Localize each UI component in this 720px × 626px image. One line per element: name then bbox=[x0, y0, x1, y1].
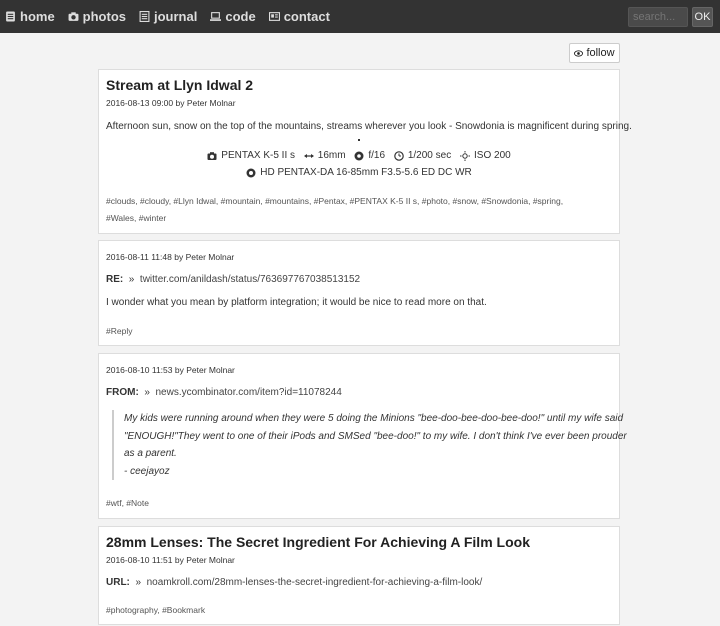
by-label: by bbox=[174, 252, 184, 262]
post-date[interactable]: 2016-08-10 11:53 bbox=[106, 365, 172, 375]
from-ref: FROM: » news.ycombinator.com/item?id=110… bbox=[106, 387, 342, 398]
nav-home-link[interactable]: home bbox=[5, 0, 55, 33]
nav-code-label: code bbox=[225, 9, 256, 24]
ref-link[interactable]: twitter.com/anildash/status/763697767038… bbox=[140, 274, 360, 285]
quote-line: My kids were running around when they we… bbox=[124, 413, 624, 424]
post-author[interactable]: Peter Molnar bbox=[186, 365, 235, 375]
follow-label: follow bbox=[586, 47, 615, 59]
nav-home-label: home bbox=[20, 9, 55, 24]
post-tags[interactable]: #wtf, #Note bbox=[106, 495, 149, 512]
post-date[interactable]: 2016-08-11 11:48 bbox=[106, 252, 172, 262]
top-navbar: home photos journal code contact bbox=[0, 0, 720, 33]
arrows-horizontal-icon bbox=[303, 153, 314, 158]
post-meta: 2016-08-10 11:53 by Peter Molnar bbox=[106, 365, 235, 375]
dot-separator bbox=[358, 139, 360, 141]
ref-label: RE: bbox=[106, 274, 124, 285]
ref-link[interactable]: news.ycombinator.com/item?id=11078244 bbox=[155, 387, 341, 398]
post-meta: 2016-08-11 11:48 by Peter Molnar bbox=[106, 252, 234, 262]
post-text: I wonder what you mean by platform integ… bbox=[106, 297, 487, 308]
camera-icon bbox=[207, 151, 217, 160]
post-text: Afternoon sun, snow on the top of the mo… bbox=[106, 121, 632, 132]
journal-icon bbox=[139, 11, 150, 22]
ref-link[interactable]: noamkroll.com/28mm-lenses-the-secret-ing… bbox=[147, 577, 483, 588]
sun-icon bbox=[460, 150, 470, 161]
link-arrow-icon: » bbox=[141, 387, 153, 398]
nav-contact-link[interactable]: contact bbox=[268, 0, 330, 33]
link-arrow-icon: » bbox=[132, 577, 144, 588]
exif-row-1: PENTAX K-5 II s 16mm f/16 1/200 sec ISO … bbox=[99, 150, 619, 164]
link-arrow-icon: » bbox=[126, 274, 138, 285]
exif-camera: PENTAX K-5 II s bbox=[207, 150, 295, 161]
camera-icon bbox=[68, 11, 79, 22]
search-ok-button[interactable]: OK bbox=[692, 7, 713, 27]
post-date[interactable]: 2016-08-10 11:51 bbox=[106, 555, 172, 565]
quote-attribution: - ceejayoz bbox=[124, 465, 170, 477]
lens-icon bbox=[246, 168, 256, 177]
eye-icon bbox=[574, 49, 584, 57]
reply-ref: RE: » twitter.com/anildash/status/763697… bbox=[106, 274, 360, 285]
clock-icon bbox=[394, 150, 404, 161]
post-tags[interactable]: #Reply bbox=[106, 323, 132, 340]
by-label: by bbox=[174, 365, 184, 375]
exif-aperture: f/16 bbox=[354, 150, 385, 161]
post-date[interactable]: 2016-08-13 09:00 bbox=[106, 98, 173, 108]
post-card-reply: 2016-08-11 11:48 by Peter Molnar RE: » t… bbox=[98, 240, 620, 346]
nav-journal-label: journal bbox=[154, 9, 198, 24]
nav-photos-link[interactable]: photos bbox=[68, 0, 126, 33]
ref-label: URL: bbox=[106, 577, 130, 588]
book-icon bbox=[5, 11, 16, 22]
post-tags[interactable]: #clouds, #cloudy, #Llyn Idwal, #mountain… bbox=[106, 193, 563, 227]
exif-iso: ISO 200 bbox=[460, 150, 511, 161]
exif-focal: 16mm bbox=[303, 150, 346, 161]
by-label: by bbox=[175, 98, 185, 108]
quote-line: as a parent. bbox=[124, 448, 177, 459]
post-meta: 2016-08-10 11:51 by Peter Molnar bbox=[106, 555, 235, 565]
quote-line: "ENOUGH!"They went to one of their iPods… bbox=[124, 430, 627, 442]
post-title[interactable]: 28mm Lenses: The Secret Ingredient For A… bbox=[106, 534, 530, 550]
exif-lens: HD PENTAX-DA 16-85mm F3.5-5.6 ED DC WR bbox=[246, 167, 472, 178]
exif-shutter: 1/200 sec bbox=[394, 150, 451, 161]
ref-label: FROM: bbox=[106, 387, 139, 398]
nav-code-link[interactable]: code bbox=[210, 0, 256, 33]
exif-row-2: HD PENTAX-DA 16-85mm F3.5-5.6 ED DC WR bbox=[99, 167, 619, 181]
post-card-bookmark: 28mm Lenses: The Secret Ingredient For A… bbox=[98, 526, 620, 625]
post-title[interactable]: Stream at Llyn Idwal 2 bbox=[106, 77, 253, 93]
blockquote: My kids were running around when they we… bbox=[112, 410, 627, 480]
post-author[interactable]: Peter Molnar bbox=[186, 555, 235, 565]
laptop-icon bbox=[210, 11, 222, 22]
by-label: by bbox=[174, 555, 184, 565]
post-card-photo: Stream at Llyn Idwal 2 2016-08-13 09:00 … bbox=[98, 69, 632, 234]
post-card-note: 2016-08-10 11:53 by Peter Molnar FROM: »… bbox=[98, 353, 627, 519]
nav-photos-label: photos bbox=[82, 9, 126, 24]
nav-journal-link[interactable]: journal bbox=[139, 0, 197, 33]
search-input[interactable] bbox=[628, 7, 688, 27]
follow-button[interactable]: follow bbox=[569, 43, 620, 63]
post-meta: 2016-08-13 09:00 by Peter Molnar bbox=[106, 98, 236, 108]
nav-contact-label: contact bbox=[283, 9, 330, 24]
post-author[interactable]: Peter Molnar bbox=[186, 252, 235, 262]
url-ref: URL: » noamkroll.com/28mm-lenses-the-sec… bbox=[106, 577, 482, 588]
post-tags[interactable]: #photography, #Bookmark bbox=[106, 602, 205, 619]
post-author[interactable]: Peter Molnar bbox=[187, 98, 236, 108]
contact-icon bbox=[268, 11, 280, 22]
aperture-icon bbox=[354, 151, 364, 160]
